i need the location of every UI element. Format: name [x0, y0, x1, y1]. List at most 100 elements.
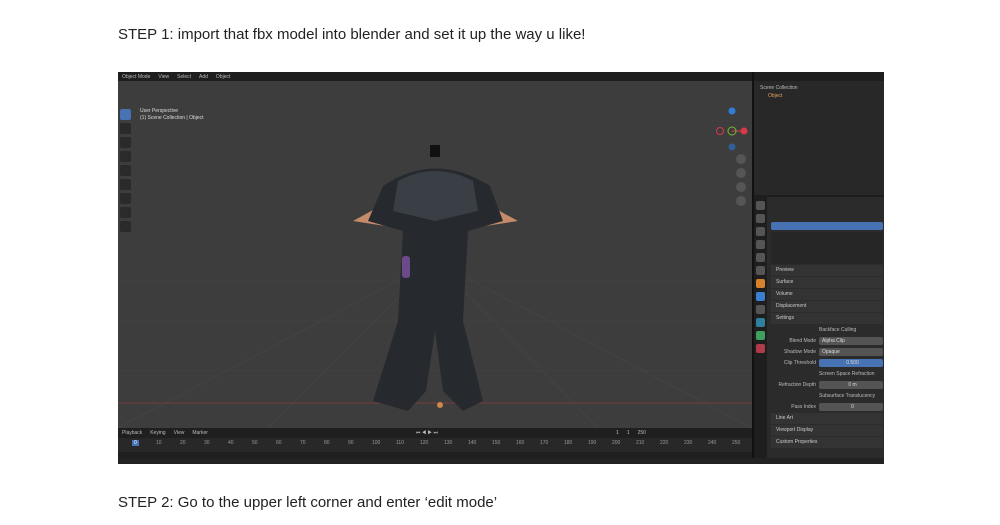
sss-checkbox[interactable]: Subsurface Translucency: [819, 393, 875, 399]
frame-tick: 200: [612, 440, 621, 446]
clip-threshold-field[interactable]: 0.500: [819, 359, 883, 367]
pass-index-field[interactable]: 0: [819, 403, 883, 411]
frame-tick: 180: [564, 440, 573, 446]
tl-playback[interactable]: Playback: [122, 430, 142, 436]
tl-view[interactable]: View: [174, 430, 185, 436]
frame-tick: 70: [300, 440, 306, 446]
modifier-tab-icon[interactable]: [756, 292, 765, 301]
frame-tick: 40: [228, 440, 234, 446]
menu-object[interactable]: Object: [216, 74, 230, 80]
annotate-tool-icon[interactable]: [120, 193, 131, 204]
right-panels: Scene Collection Object Preview Surface …: [752, 72, 884, 464]
outliner-scene-collection[interactable]: Scene Collection: [760, 84, 880, 92]
frame-tick: 230: [684, 440, 693, 446]
panel-displacement[interactable]: Displacement: [771, 301, 883, 312]
scene-grid: [118, 145, 752, 428]
data-tab-icon[interactable]: [756, 331, 765, 340]
zoom-icon[interactable]: [736, 154, 746, 164]
pan-hand-icon[interactable]: [736, 168, 746, 178]
3d-viewport[interactable]: User Perspective (1) Scene Collection | …: [118, 81, 752, 428]
status-bar: [118, 458, 884, 464]
outliner-object[interactable]: Object: [760, 92, 880, 100]
frame-tick: 160: [516, 440, 525, 446]
menu-select[interactable]: Select: [177, 74, 191, 80]
blend-mode-select[interactable]: Alpha Clip: [819, 337, 883, 345]
frame-tick: 30: [204, 440, 210, 446]
panel-custom-properties[interactable]: Custom Properties: [771, 437, 883, 448]
frame-tick: 190: [588, 440, 597, 446]
frame-tick: 100: [372, 440, 381, 446]
frame-tick: 110: [396, 440, 404, 446]
properties-editor: Preview Surface Volume Displacement Sett…: [754, 197, 884, 464]
render-tab-icon[interactable]: [756, 214, 765, 223]
outliner: Scene Collection Object: [754, 72, 884, 195]
frame-tick: 170: [540, 440, 549, 446]
physics-tab-icon[interactable]: [756, 305, 765, 314]
shadow-mode-select[interactable]: Opaque: [819, 348, 883, 356]
output-tab-icon[interactable]: [756, 227, 765, 236]
frame-tick: 250: [732, 440, 741, 446]
refraction-depth-label: Refraction Depth: [778, 382, 816, 388]
select-tool-icon[interactable]: [120, 109, 131, 120]
blend-mode-label: Blend Mode: [789, 338, 816, 344]
frame-tick: 20: [180, 440, 186, 446]
blender-screenshot: User Perspective (1) Scene Collection | …: [118, 72, 884, 464]
menu-view[interactable]: View: [158, 74, 169, 80]
scene-tab-icon[interactable]: [756, 253, 765, 262]
refraction-depth-field[interactable]: 0 m: [819, 381, 883, 389]
frame-tick: 80: [324, 440, 330, 446]
step-1-text: STEP 1: import that fbx model into blend…: [118, 26, 586, 43]
pass-index-label: Pass Index: [791, 404, 816, 410]
frame-tick: 130: [444, 440, 453, 446]
tool-shelf: [120, 109, 131, 232]
backface-culling-checkbox[interactable]: Backface Culling: [819, 327, 856, 333]
rotate-tool-icon[interactable]: [120, 151, 131, 162]
material-tab-icon[interactable]: [756, 344, 765, 353]
constraints-tab-icon[interactable]: [756, 318, 765, 327]
viewport-header: Object Mode View Select Add Object: [118, 72, 752, 81]
scale-tool-icon[interactable]: [120, 165, 131, 176]
frame-tick: 10: [156, 440, 162, 446]
panel-volume[interactable]: Volume: [771, 289, 883, 300]
frame-tick: 210: [636, 440, 645, 446]
playback-controls[interactable]: ⏮ ◀ ▶ ⏭: [416, 430, 438, 436]
tl-keying[interactable]: Keying: [150, 430, 165, 436]
frame-ruler[interactable]: 0 10 20 30 40 50 60 70 80 90 100 110 120 130 140 150 160…: [118, 438, 752, 452]
step-2-text: STEP 2: Go to the upper left corner and …: [118, 494, 498, 511]
frame-tick: 140: [468, 440, 477, 446]
frame-tick: 240: [708, 440, 717, 446]
add-cube-tool-icon[interactable]: [120, 221, 131, 232]
camera-view-icon[interactable]: [736, 182, 746, 192]
cursor-tool-icon[interactable]: [120, 123, 131, 134]
tl-marker[interactable]: Marker: [192, 430, 208, 436]
frame-tick: 0: [132, 440, 139, 446]
start-frame[interactable]: 1: [627, 430, 630, 436]
frame-tick: 150: [492, 440, 501, 446]
frame-tick: 60: [276, 440, 282, 446]
perspective-toggle-icon[interactable]: [736, 196, 746, 206]
current-frame[interactable]: 1: [616, 430, 619, 436]
frame-tick: 120: [420, 440, 429, 446]
frame-tick: 50: [252, 440, 258, 446]
clip-threshold-label: Clip Threshold: [783, 360, 816, 366]
menu-add[interactable]: Add: [199, 74, 208, 80]
view-name: User Perspective: [140, 108, 179, 114]
shadow-mode-label: Shadow Mode: [784, 349, 816, 355]
measure-tool-icon[interactable]: [120, 207, 131, 218]
object-tab-icon[interactable]: [756, 279, 765, 288]
frame-tick: 220: [660, 440, 669, 446]
panel-line-art[interactable]: Line Art: [771, 413, 883, 424]
move-tool-icon[interactable]: [120, 137, 131, 148]
end-frame[interactable]: 250: [638, 430, 646, 436]
panel-settings[interactable]: Settings: [771, 313, 883, 324]
transform-tool-icon[interactable]: [120, 179, 131, 190]
mode-dropdown[interactable]: Object Mode: [122, 74, 150, 80]
ssr-checkbox[interactable]: Screen Space Refraction: [819, 371, 875, 377]
tool-tab-icon[interactable]: [756, 201, 765, 210]
panel-viewport-display[interactable]: Viewport Display: [771, 425, 883, 436]
world-tab-icon[interactable]: [756, 266, 765, 275]
panel-surface[interactable]: Surface: [771, 277, 883, 288]
view-layer-tab-icon[interactable]: [756, 240, 765, 249]
panel-preview[interactable]: Preview: [771, 265, 883, 276]
material-slot[interactable]: [771, 222, 883, 230]
